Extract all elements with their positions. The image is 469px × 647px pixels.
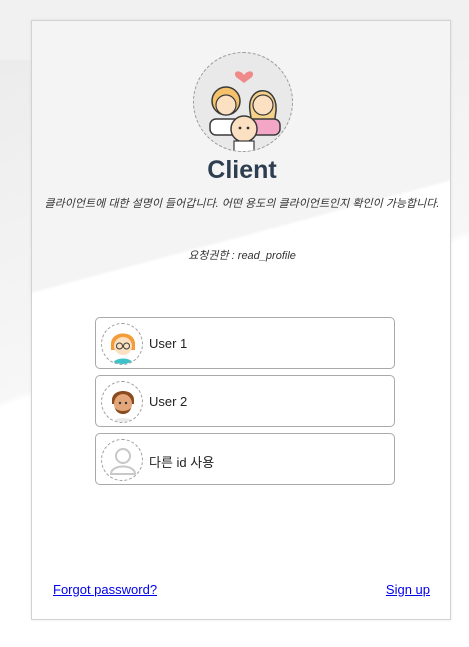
account-label: User 2 <box>149 394 188 409</box>
account-label: User 1 <box>149 336 188 351</box>
sign-up-link[interactable]: Sign up <box>386 582 430 597</box>
account-user-2-button[interactable]: User 2 <box>95 375 395 427</box>
client-title: Client <box>207 156 277 184</box>
forgot-password-link[interactable]: Forgot password? <box>53 582 157 597</box>
requested-scope: 요청권한 : read_profile <box>32 247 452 263</box>
consent-card: Client 클라이언트에 대한 설명이 들어갑니다. 어떤 용도의 클라이언트… <box>31 20 451 620</box>
user-placeholder-icon <box>101 439 143 481</box>
use-other-id-button[interactable]: 다른 id 사용 <box>95 433 395 485</box>
account-user-1-button[interactable]: User 1 <box>95 317 395 369</box>
account-list: User 1 User 2 다른 id 사용 <box>95 317 395 491</box>
scope-value: read_profile <box>237 250 296 262</box>
scope-label: 요청권한 : <box>188 250 238 262</box>
account-label: 다른 id 사용 <box>149 455 215 470</box>
user-man-icon <box>101 381 143 423</box>
client-description: 클라이언트에 대한 설명이 들어갑니다. 어떤 용도의 클라이언트인지 확인이 … <box>44 198 440 210</box>
user-girl-icon <box>101 323 143 365</box>
client-logo-icon <box>193 52 293 152</box>
